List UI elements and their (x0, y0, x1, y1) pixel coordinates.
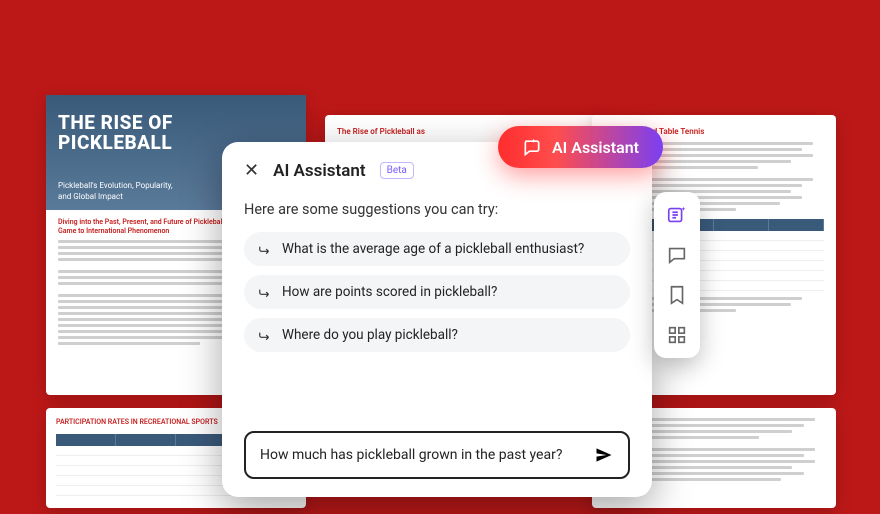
side-toolbar (654, 192, 700, 358)
apps-grid-icon[interactable] (666, 324, 688, 346)
ai-button-label: AI Assistant (552, 138, 639, 157)
arrow-return-icon (258, 285, 272, 299)
comment-icon[interactable] (666, 244, 688, 266)
doc-cover-title: THE RISE OFPICKLEBALL (58, 113, 173, 153)
close-icon[interactable]: ✕ (244, 160, 259, 181)
ai-assistant-panel: ✕ AI Assistant Beta Here are some sugges… (222, 142, 652, 497)
doc-cover-subtitle: Pickleball's Evolution, Popularity, and … (58, 181, 178, 202)
suggestion-text: Where do you play pickleball? (282, 327, 458, 343)
send-icon[interactable] (594, 445, 614, 465)
suggestion-text: What is the average age of a pickleball … (282, 241, 584, 257)
prompt-input-container (244, 431, 630, 479)
summary-icon[interactable] (666, 204, 688, 226)
suggestion-item[interactable]: Where do you play pickleball? (244, 318, 630, 352)
suggestion-item[interactable]: How are points scored in pickleball? (244, 275, 630, 309)
panel-title: AI Assistant (273, 161, 366, 181)
bookmark-icon[interactable] (666, 284, 688, 306)
suggestion-item[interactable]: What is the average age of a pickleball … (244, 232, 630, 266)
arrow-return-icon (258, 328, 272, 342)
prompt-input[interactable] (260, 447, 594, 463)
beta-badge: Beta (380, 162, 414, 179)
ai-assistant-button[interactable]: AI Assistant (498, 126, 663, 168)
arrow-return-icon (258, 242, 272, 256)
suggestion-text: How are points scored in pickleball? (282, 284, 497, 300)
suggestions-intro: Here are some suggestions you can try: (244, 201, 630, 218)
chat-sparkle-icon (522, 137, 542, 157)
